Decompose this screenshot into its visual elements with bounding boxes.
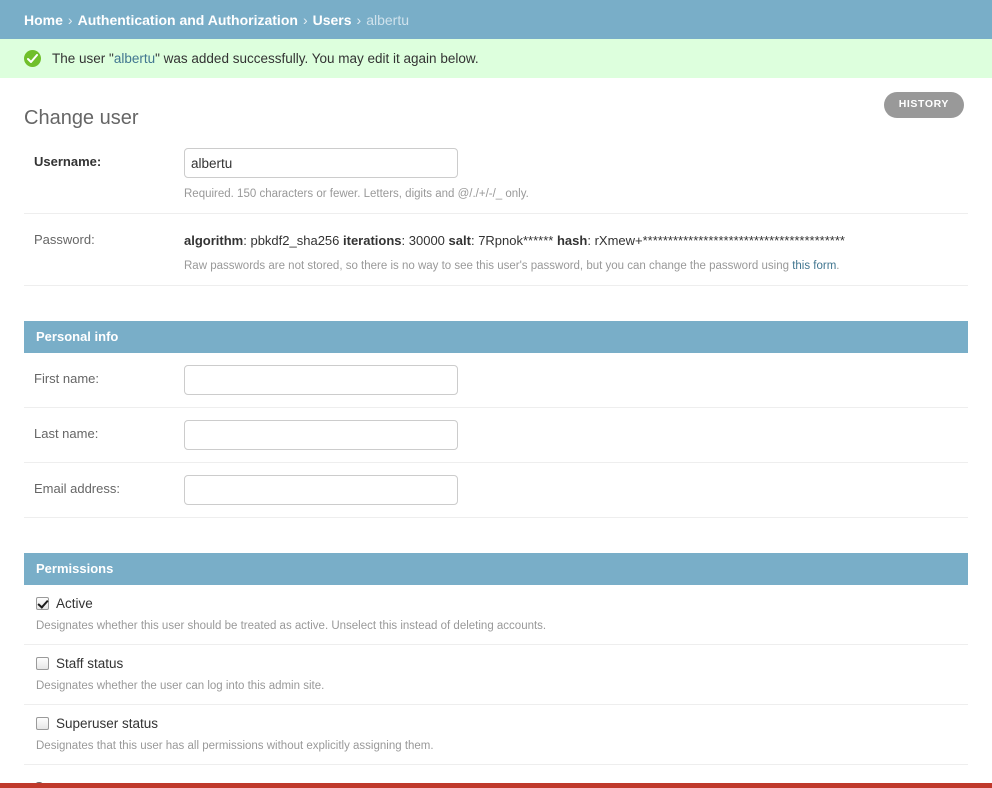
email-input[interactable] <box>184 475 458 505</box>
first-name-label: First name: <box>24 365 184 386</box>
fieldset-spacer <box>24 286 968 321</box>
breadcrumb: Home › Authentication and Authorization … <box>0 0 992 39</box>
fieldset-main: Username: Required. 150 characters or fe… <box>24 136 968 286</box>
password-help-text: Raw passwords are not stored, so there i… <box>184 259 958 273</box>
staff-status-label[interactable]: Staff status <box>56 656 123 671</box>
breadcrumb-separator: › <box>303 12 308 28</box>
message-suffix: " was added successfully. You may edit i… <box>155 51 479 66</box>
bottom-accent-rule <box>0 783 992 788</box>
password-field-wrap: algorithm: pbkdf2_sha256 iterations: 300… <box>184 226 968 273</box>
fieldset-personal-info: Personal info First name: Last name: Ema… <box>24 321 968 518</box>
form-row-active: Active Designates whether this user shou… <box>24 585 968 645</box>
username-help-text: Required. 150 characters or fewer. Lette… <box>184 187 958 201</box>
staff-status-help-text: Designates whether the user can log into… <box>36 679 968 693</box>
fieldset-permissions: Permissions Active Designates whether th… <box>24 553 968 788</box>
email-field-wrap <box>184 475 968 505</box>
active-help-text: Designates whether this user should be t… <box>36 619 968 633</box>
object-tools: History <box>884 92 964 118</box>
form-row-first-name: First name: <box>24 353 968 408</box>
hash-iterations-key: iterations <box>343 233 402 248</box>
success-message: The user "albertu" was added successfull… <box>0 39 992 78</box>
breadcrumb-current-albertu: albertu <box>366 12 409 28</box>
active-checkbox[interactable] <box>36 597 49 610</box>
form-row-username: Username: Required. 150 characters or fe… <box>24 136 968 214</box>
superuser-status-help-text: Designates that this user has all permis… <box>36 739 968 753</box>
staff-status-checkbox-line[interactable]: Staff status <box>36 656 968 671</box>
password-label: Password: <box>24 226 184 247</box>
page-title: Change user <box>24 78 968 136</box>
first-name-field-wrap <box>184 365 968 395</box>
form-row-staff-status: Staff status Designates whether the user… <box>24 645 968 705</box>
form-row-last-name: Last name: <box>24 408 968 463</box>
password-help-prefix: Raw passwords are not stored, so there i… <box>184 260 792 272</box>
message-prefix: The user " <box>52 51 114 66</box>
active-label[interactable]: Active <box>56 596 93 611</box>
hash-hash-key: hash <box>557 233 587 248</box>
permissions-heading: Permissions <box>24 553 968 585</box>
fieldset-spacer <box>24 518 968 553</box>
hash-salt-key: salt <box>449 233 471 248</box>
breadcrumb-separator: › <box>68 12 73 28</box>
personal-info-heading: Personal info <box>24 321 968 353</box>
admin-page: Home › Authentication and Authorization … <box>0 0 992 788</box>
active-checkbox-line[interactable]: Active <box>36 596 968 611</box>
breadcrumb-link-auth[interactable]: Authentication and Authorization <box>78 12 298 28</box>
hash-iterations-value: 30000 <box>409 233 445 248</box>
success-message-text: The user "albertu" was added successfull… <box>52 51 479 66</box>
email-label: Email address: <box>24 475 184 496</box>
superuser-status-label[interactable]: Superuser status <box>56 716 158 731</box>
history-button[interactable]: History <box>884 92 964 118</box>
breadcrumb-separator: › <box>357 12 362 28</box>
hash-algorithm-value: pbkdf2_sha256 <box>250 233 339 248</box>
success-check-icon <box>24 50 41 67</box>
last-name-field-wrap <box>184 420 968 450</box>
message-object-link[interactable]: albertu <box>114 51 155 66</box>
first-name-input[interactable] <box>184 365 458 395</box>
staff-status-checkbox[interactable] <box>36 657 49 670</box>
username-field-wrap: Required. 150 characters or fewer. Lette… <box>184 148 968 201</box>
password-help-suffix: . <box>836 260 839 272</box>
content-area: History Change user Username: Required. … <box>0 78 992 788</box>
password-hash-readonly: algorithm: pbkdf2_sha256 iterations: 300… <box>184 226 958 250</box>
superuser-status-checkbox[interactable] <box>36 717 49 730</box>
last-name-input[interactable] <box>184 420 458 450</box>
hash-hash-value: rXmew+**********************************… <box>595 233 845 248</box>
breadcrumb-link-users[interactable]: Users <box>313 12 352 28</box>
superuser-status-checkbox-line[interactable]: Superuser status <box>36 716 968 731</box>
form-row-superuser-status: Superuser status Designates that this us… <box>24 705 968 765</box>
username-label: Username: <box>24 148 184 169</box>
change-password-link[interactable]: this form <box>792 260 836 272</box>
form-row-email: Email address: <box>24 463 968 518</box>
form-row-password: Password: algorithm: pbkdf2_sha256 itera… <box>24 214 968 286</box>
breadcrumb-link-home[interactable]: Home <box>24 12 63 28</box>
last-name-label: Last name: <box>24 420 184 441</box>
hash-algorithm-key: algorithm <box>184 233 243 248</box>
username-input[interactable] <box>184 148 458 178</box>
hash-salt-value: 7Rpnok****** <box>478 233 553 248</box>
